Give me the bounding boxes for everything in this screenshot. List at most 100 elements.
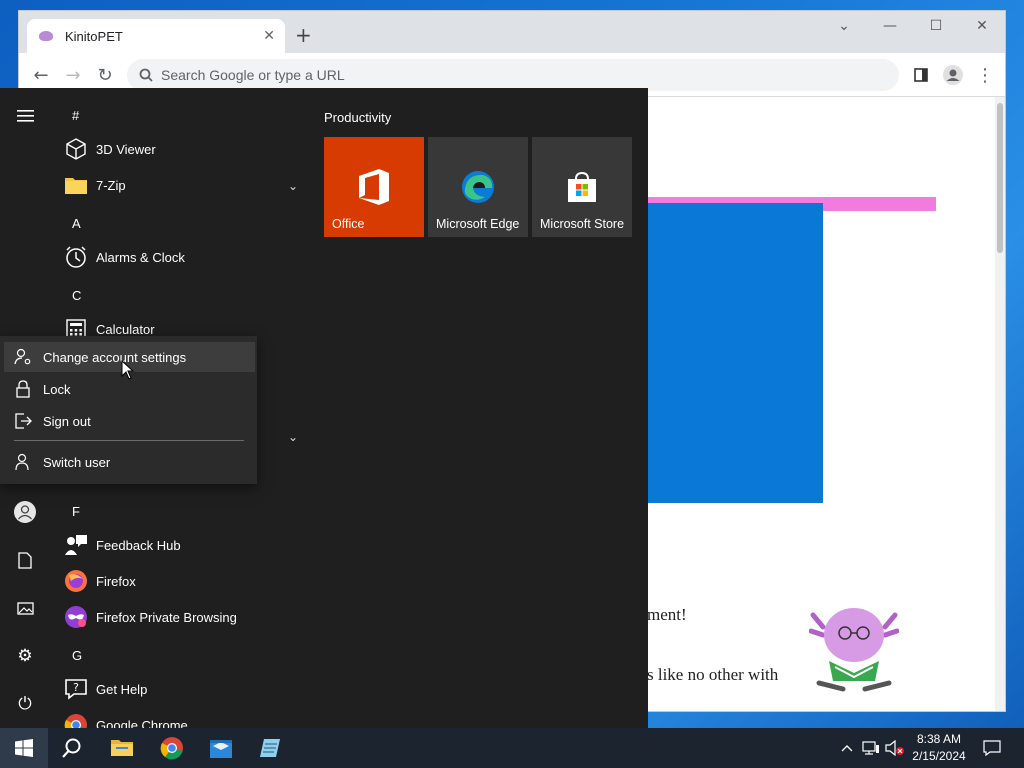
firefox-icon (64, 569, 88, 593)
app-alarms-clock[interactable]: Alarms & Clock (64, 239, 309, 275)
notepad-app-icon (260, 739, 280, 757)
maximize-icon[interactable]: ☐ (913, 11, 959, 41)
taskbar-app-box[interactable] (197, 728, 245, 768)
taskbar-clock[interactable]: 8:38 AM 2/15/2024 (904, 731, 974, 765)
taskbar-chrome[interactable] (148, 728, 196, 768)
store-bag-icon (568, 171, 596, 202)
app-3d-viewer[interactable]: 3D Viewer (64, 131, 309, 167)
forward-icon[interactable]: → (61, 63, 85, 87)
blue-box (619, 203, 823, 503)
feedback-hub-icon (64, 533, 88, 557)
chrome-icon (160, 737, 183, 760)
chevron-down-icon[interactable]: ⌄ (288, 179, 298, 193)
file-explorer-icon (111, 740, 133, 756)
power-icon[interactable]: ⏻ (13, 692, 37, 716)
user-avatar-icon[interactable] (13, 500, 37, 524)
show-hidden-icons-chevron-up-icon[interactable] (838, 728, 856, 768)
office-icon (359, 169, 389, 205)
close-window-icon[interactable]: ✕ (959, 11, 1005, 41)
tab-title: KinitoPET (65, 28, 123, 44)
new-tab-icon[interactable]: + (295, 23, 312, 47)
profile-icon[interactable] (941, 63, 965, 87)
app-firefox[interactable]: Firefox (64, 563, 309, 599)
flyout-label: Lock (43, 381, 71, 397)
firefox-private-icon (64, 605, 88, 629)
letter-header[interactable]: A (72, 216, 81, 231)
taskbar-app-notepad[interactable] (246, 728, 294, 768)
cube-icon (64, 137, 88, 161)
sign-out-button[interactable]: Sign out (4, 406, 255, 436)
chevron-down-icon[interactable]: ⌄ (288, 430, 298, 444)
search-icon (139, 68, 153, 82)
chrome-icon (64, 713, 88, 728)
person-gear-icon (14, 348, 32, 366)
switch-user-icon (14, 453, 32, 471)
app-label: Firefox (96, 573, 136, 589)
browser-tab[interactable]: KinitoPET ✕ (27, 19, 285, 53)
documents-icon[interactable] (13, 548, 37, 572)
app-feedback-hub[interactable]: Feedback Hub (64, 527, 309, 563)
taskbar-search-button[interactable] (48, 728, 96, 768)
flyout-label: Sign out (43, 413, 91, 429)
menu-kebab-icon[interactable]: ⋮ (973, 63, 997, 87)
clock-date: 2/15/2024 (912, 749, 966, 763)
settings-gear-icon[interactable]: ⚙ (13, 644, 37, 668)
page-text-2: s like no other with (647, 665, 779, 684)
switch-user-button[interactable]: Switch user (4, 447, 255, 477)
sign-out-icon (14, 412, 32, 430)
app-label: Alarms & Clock (96, 249, 185, 265)
reload-icon[interactable]: ↻ (93, 63, 117, 87)
mouse-cursor-icon (121, 360, 135, 380)
flyout-divider (14, 440, 244, 441)
app-get-help[interactable]: ? Get Help (64, 671, 309, 707)
letter-header[interactable]: C (72, 288, 81, 303)
scroll-thumb[interactable] (997, 103, 1003, 253)
back-icon[interactable]: ← (29, 63, 53, 87)
notifications-icon[interactable] (980, 728, 1004, 768)
folder-icon (64, 173, 88, 197)
tab-close-icon[interactable]: ✕ (263, 28, 275, 44)
app-label: Calculator (96, 321, 155, 337)
page-scrollbar[interactable] (995, 97, 1005, 711)
tile-office[interactable]: Office (324, 137, 424, 237)
omnibox-input[interactable] (161, 67, 861, 83)
side-panel-icon[interactable] (909, 63, 933, 87)
app-label: 3D Viewer (96, 141, 156, 157)
blue-box-app-icon (210, 740, 232, 758)
search-icon (62, 738, 81, 758)
clock-time: 8:38 AM (916, 732, 962, 746)
minimize-icon[interactable]: — (867, 11, 913, 41)
alarm-clock-icon (64, 245, 88, 269)
app-label: Feedback Hub (96, 537, 181, 553)
start-button[interactable] (0, 728, 48, 768)
tab-search-icon[interactable]: ⌄ (821, 11, 867, 41)
tile-microsoft-edge[interactable]: Microsoft Edge (428, 137, 528, 237)
app-label: Firefox Private Browsing (96, 609, 237, 625)
letter-header[interactable]: G (72, 648, 82, 663)
pictures-icon[interactable] (13, 596, 37, 620)
tile-label: Office (332, 217, 365, 231)
app-firefox-private-browsing[interactable]: Firefox Private Browsing (64, 599, 309, 635)
omnibox[interactable] (127, 59, 899, 91)
taskbar-file-explorer[interactable] (98, 728, 146, 768)
letter-header[interactable]: F (72, 504, 80, 519)
svg-text:?: ? (73, 681, 79, 694)
network-icon[interactable] (860, 728, 882, 768)
hamburger-menu-icon[interactable] (13, 104, 37, 128)
kinito-favicon-icon (37, 29, 55, 43)
tile-microsoft-store[interactable]: Microsoft Store (532, 137, 632, 237)
kinito-mascot-image (809, 608, 899, 692)
lock-icon (14, 380, 32, 398)
letter-header[interactable]: # (72, 108, 79, 123)
volume-muted-icon[interactable] (884, 728, 906, 768)
account-flyout: Change account settings Lock Sign out Sw… (0, 336, 257, 484)
taskbar: 8:38 AM 2/15/2024 (0, 728, 1024, 768)
tile-label: Microsoft Store (540, 217, 625, 231)
app-7-zip[interactable]: 7-Zip (64, 167, 309, 203)
app-label: Google Chrome (96, 717, 188, 729)
flyout-label: Switch user (43, 454, 111, 470)
windows-logo-icon (15, 739, 33, 757)
edge-icon (462, 171, 494, 203)
app-google-chrome[interactable]: Google Chrome (64, 707, 309, 728)
page-text-1: ment! (647, 605, 687, 624)
